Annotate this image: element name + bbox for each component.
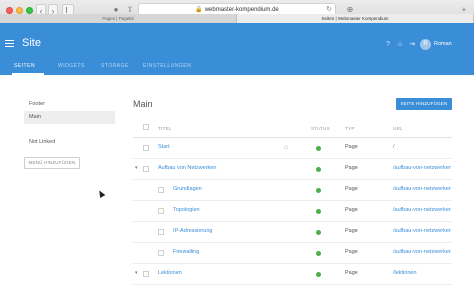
page-type: Page — [345, 207, 358, 213]
select-all-checkbox[interactable] — [143, 124, 149, 130]
tab-webmaster-kompendium[interactable]: Seiten | Webmaster Kompendium — [237, 14, 474, 23]
row-checkbox[interactable] — [158, 187, 164, 193]
home-icon: ⌂ — [284, 144, 289, 151]
row-checkbox[interactable] — [158, 229, 164, 235]
lock-icon: 🔒 — [195, 7, 203, 13]
row-checkbox[interactable] — [158, 250, 164, 256]
status-indicator[interactable] — [316, 251, 321, 256]
page-type: Page — [345, 270, 358, 276]
page-type: Page — [345, 165, 358, 171]
app-header: Site ? ⌂ ⇥ R Roman SEITEN WIDGETS STORAG… — [0, 23, 474, 75]
row-checkbox[interactable] — [158, 208, 164, 214]
column-header-type[interactable]: TYP — [345, 126, 355, 131]
expand-toggle-icon[interactable]: ▾ — [135, 270, 138, 276]
column-header-status[interactable]: STATUS — [311, 126, 330, 131]
menu-icon[interactable] — [5, 40, 14, 47]
status-indicator[interactable] — [316, 167, 321, 172]
page-url-link[interactable]: / — [393, 144, 451, 150]
page-type: Page — [345, 144, 358, 150]
table-row[interactable]: Start ⌂ Page / — [133, 138, 452, 159]
tab-storage[interactable]: STORAGE — [101, 63, 129, 69]
column-header-title[interactable]: TITEL — [158, 126, 172, 131]
page-type: Page — [345, 249, 358, 255]
table-row[interactable]: IP-Adressierung Page/aufbau-von-netzwerke… — [133, 222, 452, 243]
status-indicator[interactable] — [316, 209, 321, 214]
page-type: Page — [345, 186, 358, 192]
mouse-cursor — [96, 188, 106, 199]
add-menu-button[interactable]: MENÜ HINZUFÜGEN — [24, 157, 80, 169]
row-checkbox[interactable] — [143, 271, 149, 277]
table-row[interactable]: ▾ Lektionen Page/lektionen — [133, 264, 452, 285]
row-checkbox[interactable] — [143, 145, 149, 151]
avatar[interactable]: R — [420, 39, 431, 50]
page-title-link[interactable]: IP-Adressierung — [173, 228, 212, 234]
help-icon[interactable]: ? — [384, 41, 392, 49]
page-url-link[interactable]: /lektionen — [393, 270, 451, 276]
page-title-link[interactable]: Topologien — [173, 207, 200, 213]
page-title-link[interactable]: Aufbau von Netzwerken — [158, 165, 216, 171]
table-row[interactable]: Topologien Page/aufbau-von-netzwerken/top… — [133, 201, 452, 222]
url-text: webmaster-kompendium.de — [204, 7, 279, 13]
close-window-button[interactable] — [6, 7, 13, 14]
column-header-url[interactable]: URL — [393, 126, 403, 131]
status-indicator[interactable] — [316, 188, 321, 193]
home-icon[interactable]: ⌂ — [396, 41, 404, 49]
page-type: Page — [345, 228, 358, 234]
tab-widgets[interactable]: WIDGETS — [58, 63, 85, 69]
page-url-link[interactable]: /aufbau-von-netzwerken/topologien — [393, 207, 451, 213]
page-title-link[interactable]: Grundlagen — [173, 186, 202, 192]
table-row[interactable]: Grundlagen Page/aufbau-von-netzwerken/gru… — [133, 180, 452, 201]
add-page-button[interactable]: SEITE HINZUFÜGEN — [396, 98, 452, 110]
tab-einstellungen[interactable]: EINSTELLUNGEN — [143, 63, 191, 69]
status-indicator[interactable] — [316, 230, 321, 235]
minimize-window-button[interactable] — [16, 7, 23, 14]
sidebar-item-footer[interactable]: Footer — [24, 98, 115, 111]
page-url-link[interactable]: /aufbau-von-netzwerken/grundlagen — [393, 186, 451, 192]
page-url-link[interactable]: /aufbau-von-netzwerken/ip-adressierung — [393, 228, 451, 234]
logout-icon[interactable]: ⇥ — [408, 41, 416, 49]
tab-seiten[interactable]: SEITEN — [14, 63, 35, 69]
menu-title: Main — [133, 99, 153, 109]
row-checkbox[interactable] — [143, 166, 149, 172]
zoom-window-button[interactable] — [26, 7, 33, 14]
user-name[interactable]: Roman — [434, 41, 452, 47]
page-title-link[interactable]: Start — [158, 144, 170, 150]
tab-pagekit[interactable]: Pages | Pagekit — [0, 14, 237, 23]
sidebar-item-main[interactable]: Main — [24, 111, 115, 124]
page-title-link[interactable]: Firewalling — [173, 249, 199, 255]
status-indicator[interactable] — [316, 146, 321, 151]
page-title: Site — [22, 37, 41, 49]
expand-toggle-icon[interactable]: ▾ — [135, 165, 138, 171]
table-row[interactable]: ▾ Aufbau von Netzwerken Page/aufbau-von-ne… — [133, 159, 452, 180]
status-indicator[interactable] — [316, 272, 321, 277]
table-row[interactable]: Firewalling Page/aufbau-von-netzwerken/fi… — [133, 243, 452, 264]
sidebar-item-not-linked[interactable]: Not Linked — [24, 136, 115, 149]
page-url-link[interactable]: /aufbau-von-netzwerken/firewalling — [393, 249, 451, 255]
active-tab-indicator — [12, 73, 44, 75]
page-url-link[interactable]: /aufbau-von-netzwerken — [393, 165, 451, 171]
row-divider — [133, 284, 452, 285]
page-title-link[interactable]: Lektionen — [158, 270, 182, 276]
